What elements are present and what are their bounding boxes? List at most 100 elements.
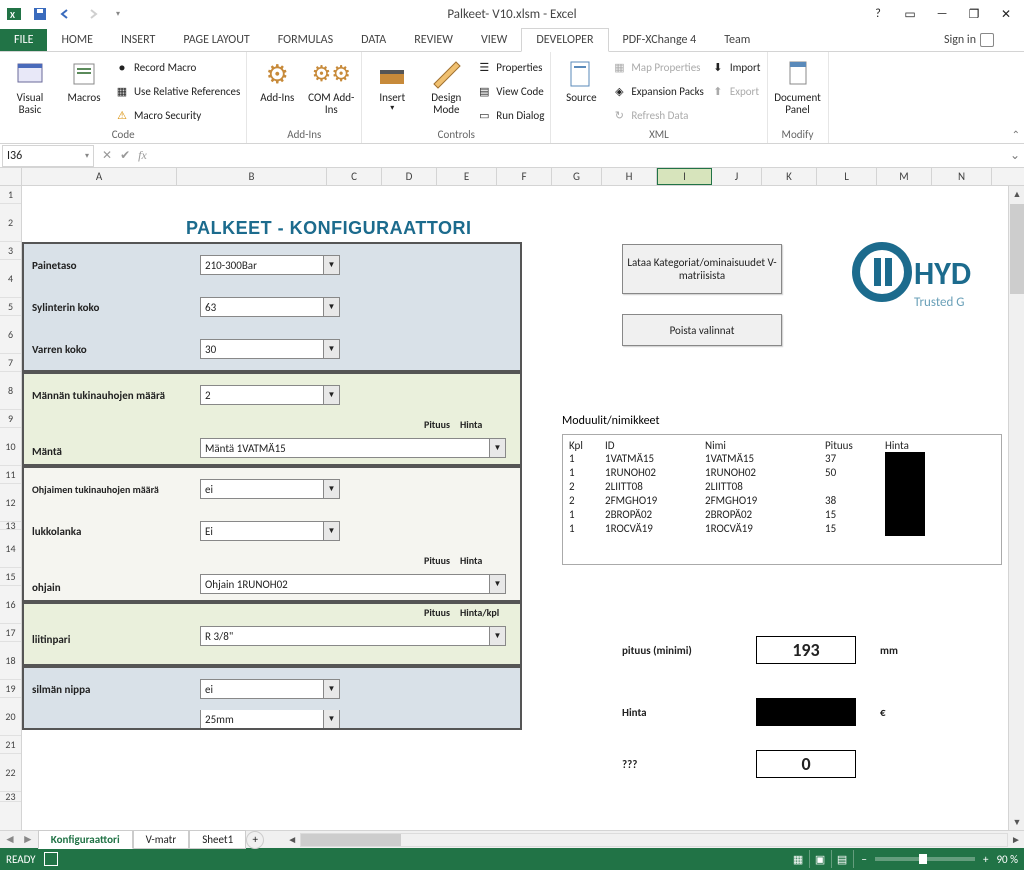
- redo-icon[interactable]: [80, 2, 104, 26]
- extra-dropdown[interactable]: 25mm▼: [200, 710, 340, 728]
- macro-security-button[interactable]: ⚠Macro Security: [114, 104, 240, 126]
- tab-developer[interactable]: DEVELOPER: [521, 28, 608, 52]
- row-15[interactable]: 15: [0, 568, 21, 586]
- mannan-tuki-dropdown[interactable]: 2▼: [200, 385, 340, 405]
- row-23[interactable]: 23: [0, 792, 21, 802]
- cancel-formula-icon[interactable]: ✕: [102, 148, 112, 163]
- row-5[interactable]: 5: [0, 298, 21, 316]
- manta-dropdown[interactable]: Mäntä 1VATMÄ15▼: [200, 438, 506, 458]
- insert-control-button[interactable]: Insert▾: [368, 54, 416, 113]
- sheet-tab-konfiguraattori[interactable]: Konfiguraattori: [38, 830, 133, 849]
- save-icon[interactable]: [28, 2, 52, 26]
- zoom-slider[interactable]: [875, 857, 975, 861]
- tab-review[interactable]: REVIEW: [400, 29, 467, 51]
- row-17[interactable]: 17: [0, 624, 21, 642]
- sheet-canvas[interactable]: PALKEET - KONFIGURAATTORI Painetaso 210-…: [22, 186, 1024, 830]
- row-19[interactable]: 19: [0, 680, 21, 698]
- col-head-e[interactable]: E: [437, 168, 497, 185]
- col-head-j[interactable]: J: [712, 168, 762, 185]
- sign-in-link[interactable]: Sign in: [944, 33, 994, 47]
- row-10[interactable]: 10: [0, 428, 21, 466]
- close-icon[interactable]: ✕: [994, 2, 1018, 26]
- dropdown-icon[interactable]: ▼: [323, 710, 339, 728]
- new-sheet-button[interactable]: +: [246, 831, 264, 849]
- col-head-a[interactable]: A: [22, 168, 177, 185]
- row-4[interactable]: 4: [0, 260, 21, 298]
- row-21[interactable]: 21: [0, 736, 21, 754]
- collapse-ribbon-icon[interactable]: ⌃: [1012, 128, 1020, 141]
- varren-dropdown[interactable]: 30▼: [200, 339, 340, 359]
- relative-refs-button[interactable]: ▦Use Relative References: [114, 80, 240, 102]
- enter-formula-icon[interactable]: ✔: [120, 148, 130, 163]
- dropdown-icon[interactable]: ▼: [323, 386, 339, 404]
- minimize-icon[interactable]: —: [930, 2, 954, 26]
- col-head-m[interactable]: M: [877, 168, 932, 185]
- row-1[interactable]: 1: [0, 186, 21, 204]
- load-categories-button[interactable]: Lataa Kategoriat/ominaisuudet V-matriisi…: [622, 244, 782, 294]
- qat-dropdown-icon[interactable]: ▾: [106, 2, 130, 26]
- tab-view[interactable]: VIEW: [467, 29, 521, 51]
- visual-basic-button[interactable]: Visual Basic: [6, 54, 54, 116]
- row-3[interactable]: 3: [0, 242, 21, 260]
- maximize-icon[interactable]: ❐: [962, 2, 986, 26]
- liitinpari-dropdown[interactable]: R 3/8"▼: [200, 626, 506, 646]
- sheet-tab-vmatr[interactable]: V-matr: [133, 830, 190, 849]
- name-box-dropdown-icon[interactable]: ▾: [85, 151, 89, 161]
- scroll-thumb[interactable]: [1010, 204, 1024, 294]
- row-13[interactable]: 13: [0, 522, 21, 530]
- col-head-g[interactable]: G: [552, 168, 602, 185]
- view-code-button[interactable]: ▤View Code: [476, 80, 544, 102]
- page-layout-view-icon[interactable]: ▣: [810, 850, 832, 868]
- sheet-tab-sheet1[interactable]: Sheet1: [189, 830, 246, 849]
- dropdown-icon[interactable]: ▼: [489, 627, 505, 645]
- horizontal-scrollbar[interactable]: [300, 833, 1008, 847]
- run-dialog-button[interactable]: ▭Run Dialog: [476, 104, 544, 126]
- import-button[interactable]: ⬇Import: [710, 56, 761, 78]
- sheet-nav-prev-icon[interactable]: ◄: [4, 832, 16, 847]
- row-2[interactable]: 2: [0, 204, 21, 242]
- vertical-scrollbar[interactable]: ▲ ▼: [1008, 186, 1024, 830]
- tab-insert[interactable]: INSERT: [107, 29, 169, 51]
- zoom-in-icon[interactable]: +: [983, 853, 988, 866]
- row-9[interactable]: 9: [0, 410, 21, 428]
- hscroll-left-icon[interactable]: ◄: [284, 833, 300, 846]
- row-8[interactable]: 8: [0, 372, 21, 410]
- row-12[interactable]: 12: [0, 484, 21, 522]
- formula-input[interactable]: [153, 145, 1006, 167]
- hscroll-thumb[interactable]: [301, 834, 401, 846]
- col-head-f[interactable]: F: [497, 168, 552, 185]
- undo-icon[interactable]: [54, 2, 78, 26]
- col-head-c[interactable]: C: [327, 168, 382, 185]
- expand-formula-bar-icon[interactable]: ⌄: [1006, 148, 1024, 163]
- dropdown-icon[interactable]: ▼: [323, 480, 339, 498]
- dropdown-icon[interactable]: ▼: [489, 575, 505, 593]
- row-20[interactable]: 20: [0, 698, 21, 736]
- row-11[interactable]: 11: [0, 466, 21, 484]
- dropdown-icon[interactable]: ▼: [323, 256, 339, 274]
- fx-icon[interactable]: fx: [138, 148, 147, 163]
- row-22[interactable]: 22: [0, 754, 21, 792]
- scroll-up-icon[interactable]: ▲: [1009, 186, 1024, 202]
- col-head-l[interactable]: L: [817, 168, 877, 185]
- tab-pagelayout[interactable]: PAGE LAYOUT: [169, 29, 263, 51]
- dropdown-icon[interactable]: ▼: [489, 439, 505, 457]
- properties-button[interactable]: ☰Properties: [476, 56, 544, 78]
- help-icon[interactable]: ?: [866, 2, 890, 26]
- addins-button[interactable]: ⚙Add-Ins: [253, 54, 301, 104]
- silman-nippa-dropdown[interactable]: ei▼: [200, 679, 340, 699]
- row-6[interactable]: 6: [0, 316, 21, 354]
- expansion-packs-button[interactable]: ◈Expansion Packs: [611, 80, 703, 102]
- sheet-nav-next-icon[interactable]: ►: [22, 832, 34, 847]
- name-box[interactable]: I36 ▾: [2, 145, 94, 167]
- macro-record-icon[interactable]: [44, 852, 58, 866]
- painetaso-dropdown[interactable]: 210-300Bar▼: [200, 255, 340, 275]
- select-all-corner[interactable]: [0, 168, 22, 185]
- document-panel-button[interactable]: Document Panel: [774, 54, 822, 116]
- lukkolanka-dropdown[interactable]: Ei▼: [200, 521, 340, 541]
- row-16[interactable]: 16: [0, 586, 21, 624]
- zoom-knob[interactable]: [919, 854, 927, 864]
- col-head-i[interactable]: I: [657, 168, 712, 185]
- row-14[interactable]: 14: [0, 530, 21, 568]
- col-head-d[interactable]: D: [382, 168, 437, 185]
- zoom-level[interactable]: 90 %: [996, 853, 1018, 866]
